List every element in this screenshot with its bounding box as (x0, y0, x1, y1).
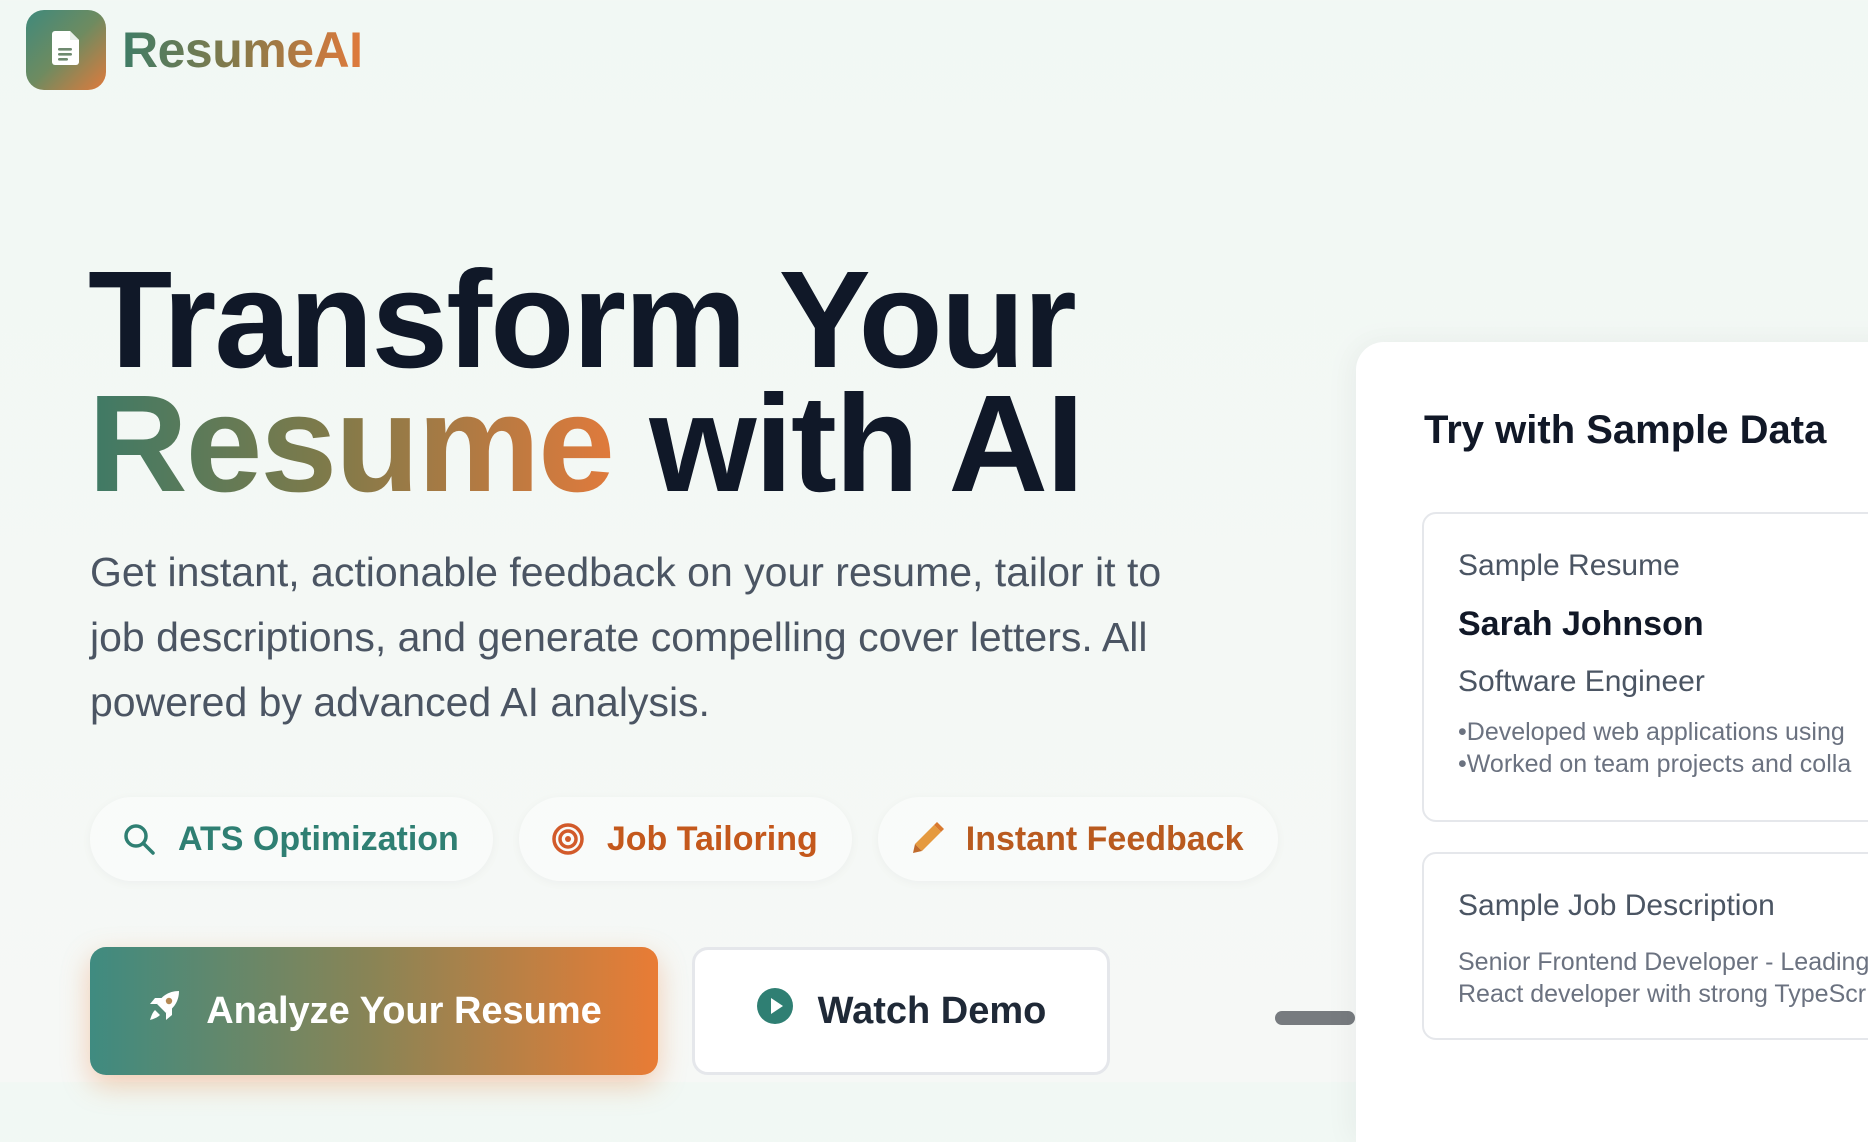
hero-description: Get instant, actionable feedback on your… (90, 549, 1162, 725)
sample-resume-name: Sarah Johnson (1458, 605, 1704, 643)
pencil-icon (910, 822, 944, 856)
feature-chip-job-tailoring: Job Tailoring (518, 797, 852, 881)
rocket-icon (146, 988, 182, 1034)
sample-data-panel: Try with Sample Data Sample Resume Sarah… (1356, 342, 1868, 1142)
panel-drag-handle[interactable] (1275, 1011, 1355, 1025)
target-icon (551, 822, 585, 856)
analyze-resume-button[interactable]: Analyze Your Resume (90, 947, 658, 1075)
brand-logo[interactable]: ResumeAI (26, 10, 363, 90)
brand-name: ResumeAI (122, 22, 363, 78)
sample-resume-label: Sample Resume (1458, 549, 1680, 582)
sample-job-description: Senior Frontend Developer - Leading Reac… (1458, 946, 1868, 1010)
sample-job-label: Sample Job Description (1458, 889, 1775, 922)
search-icon (122, 822, 156, 856)
hero-title: Transform Your Resume with AI (88, 251, 1084, 513)
sample-panel-title: Try with Sample Data (1424, 408, 1827, 452)
sample-resume-bullets: Developed web applications using Worked … (1458, 716, 1868, 780)
feature-chip-instant-feedback: Instant Feedback (877, 797, 1278, 881)
document-icon (51, 30, 81, 71)
watch-demo-label: Watch Demo (817, 989, 1047, 1032)
feature-chip-label: ATS Optimization (178, 819, 459, 858)
sample-resume-card[interactable]: Sample Resume Sarah Johnson Software Eng… (1422, 512, 1868, 822)
feature-chips: ATS Optimization Job Tailoring Instant F… (90, 797, 1278, 881)
logo-badge (26, 10, 106, 90)
hero-title-accent: Resume (88, 367, 615, 521)
resume-bullet: Developed web applications using (1458, 716, 1868, 748)
feature-chip-ats: ATS Optimization (90, 797, 493, 881)
feature-chip-label: Job Tailoring (606, 819, 818, 858)
sample-resume-role: Software Engineer (1458, 665, 1705, 698)
job-description-line: React developer with strong TypeScr (1458, 980, 1867, 1008)
analyze-resume-label: Analyze Your Resume (206, 989, 602, 1032)
watch-demo-button[interactable]: Watch Demo (692, 947, 1110, 1075)
job-description-line: Senior Frontend Developer - Leading (1458, 948, 1868, 976)
hero-title-rest: with AI (612, 367, 1084, 521)
sample-job-card[interactable]: Sample Job Description Senior Frontend D… (1422, 852, 1868, 1040)
feature-chip-label: Instant Feedback (965, 819, 1244, 858)
resume-bullet: Worked on team projects and colla (1458, 748, 1868, 780)
play-icon (756, 987, 794, 1035)
